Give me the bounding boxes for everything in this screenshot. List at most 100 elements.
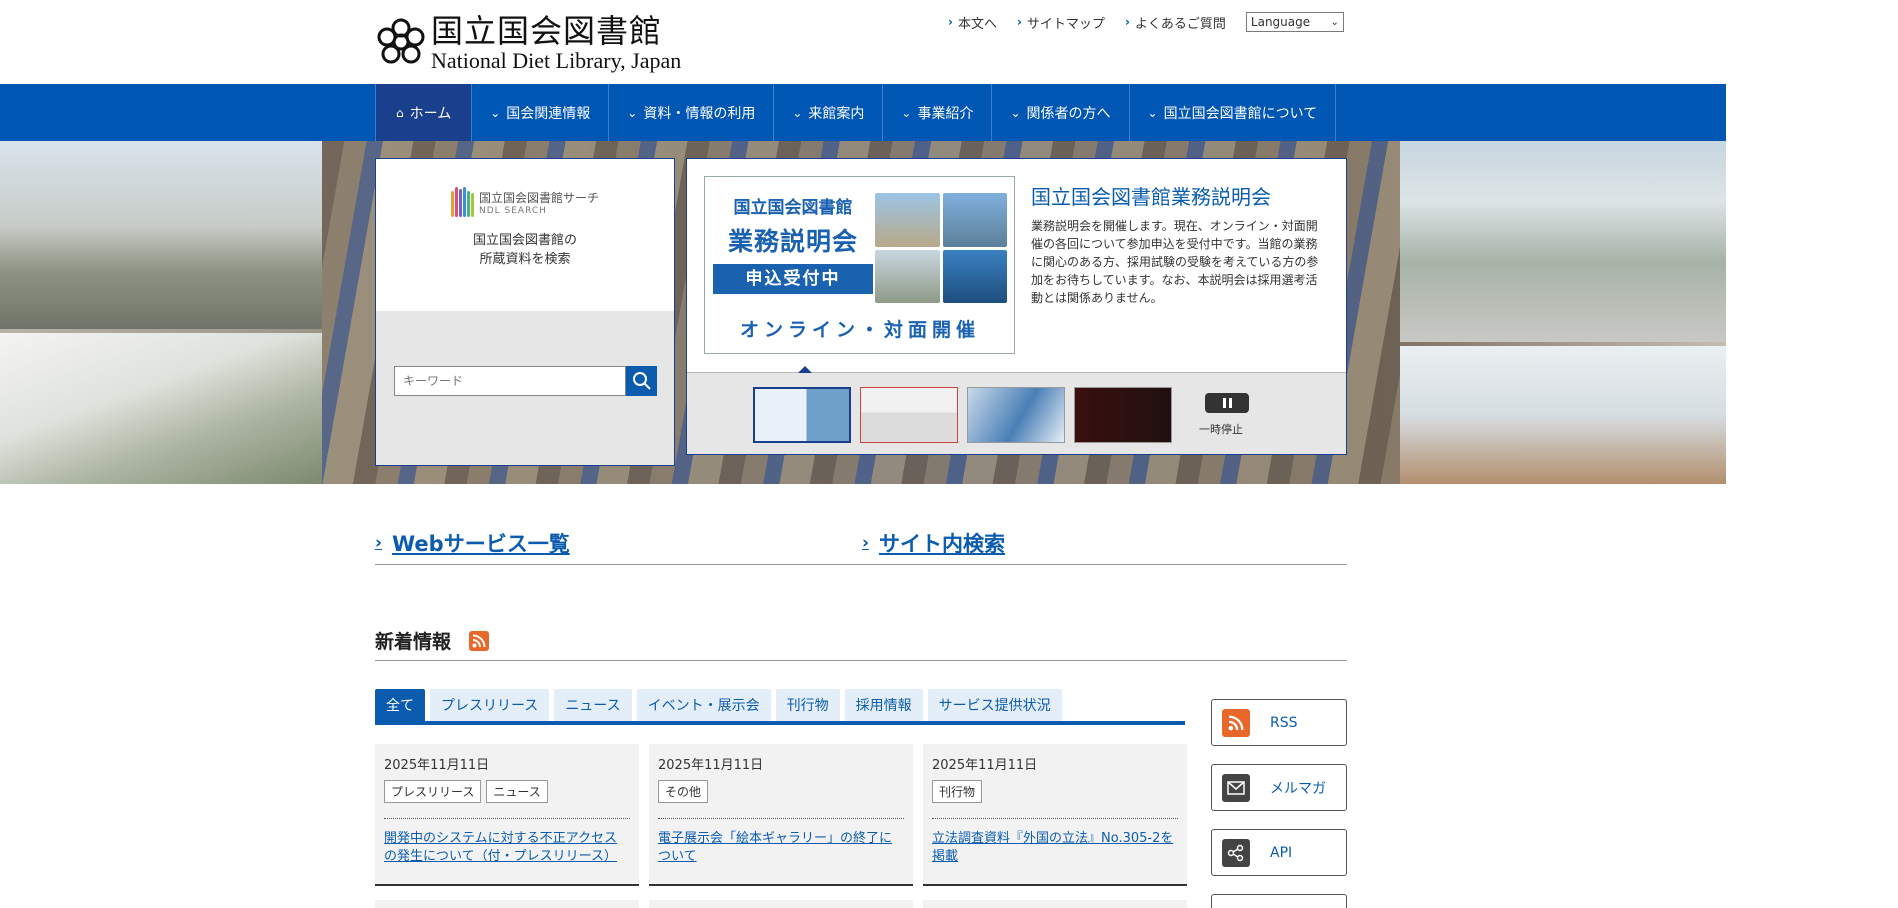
news-tabs: 全て プレスリリース ニュース イベント・展示会 刊行物 採用情報 サービス提供… bbox=[375, 689, 1067, 721]
news-link[interactable]: 開発中のシステムに対する不正アクセスの発生について（付・プレスリリース） bbox=[384, 830, 627, 866]
tab-press-release[interactable]: プレスリリース bbox=[430, 689, 550, 721]
api-label: API bbox=[1270, 844, 1293, 861]
chevron-down-icon: ⌄ bbox=[1147, 105, 1158, 120]
chevron-right-icon: › bbox=[1124, 15, 1130, 29]
news-date: 2025年11月11日 bbox=[658, 758, 764, 773]
chevron-right-icon: › bbox=[375, 533, 383, 553]
nav-item-home[interactable]: ⌂ ホーム bbox=[376, 84, 473, 141]
news-tag: ニュース bbox=[486, 780, 548, 803]
news-tag: 刊行物 bbox=[932, 780, 983, 803]
ndl-search-description: 国立国会図書館の 所蔵資料を検索 bbox=[472, 233, 577, 267]
banner-status: 申込受付中 bbox=[713, 264, 873, 294]
chevron-down-icon: ⌄ bbox=[1330, 16, 1339, 28]
news-date: 2025年11月11日 bbox=[384, 758, 490, 773]
tab-news[interactable]: ニュース bbox=[554, 689, 632, 721]
slide-thumb-2[interactable] bbox=[860, 387, 958, 443]
nav-item-diet-info[interactable]: ⌄ 国会関連情報 bbox=[472, 84, 610, 141]
chevron-down-icon: ⌄ bbox=[792, 105, 803, 120]
site-search-link[interactable]: › サイト内検索 bbox=[862, 528, 1005, 558]
slide-thumbnails: 一時停止 bbox=[687, 366, 1346, 454]
skip-to-content-link[interactable]: › 本文へ bbox=[948, 13, 997, 32]
ndl-search-form bbox=[394, 366, 657, 396]
hero-photo-kansai-building bbox=[1400, 141, 1726, 342]
news-card-next bbox=[375, 900, 639, 908]
chevron-down-icon: ⌄ bbox=[1010, 105, 1021, 120]
banner-org: 国立国会図書館 bbox=[733, 198, 853, 218]
chevron-down-icon: ⌄ bbox=[490, 105, 501, 120]
tab-recruitment[interactable]: 採用情報 bbox=[844, 689, 923, 721]
nav-item-for-stakeholders[interactable]: ⌄ 関係者の方へ bbox=[992, 84, 1130, 141]
nav-item-visitor-info[interactable]: ⌄ 来館案内 bbox=[774, 84, 884, 141]
banner-format: オンライン・対面開催 bbox=[739, 319, 980, 341]
web-services-link[interactable]: › Webサービス一覧 bbox=[375, 528, 570, 558]
chevron-right-icon: › bbox=[1016, 15, 1022, 29]
slide-banner[interactable]: 国立国会図書館 業務説明会 申込受付中 オンライン・対面開催 bbox=[704, 176, 1015, 354]
logo-title-jp: 国立国会図書館 bbox=[431, 12, 663, 50]
banner-photos bbox=[875, 193, 1007, 303]
hero-photo-building-tokyo bbox=[0, 141, 322, 329]
ndl-search-logo-title: 国立国会図書館サーチ bbox=[478, 190, 599, 205]
hero-photo-interior bbox=[1400, 346, 1726, 484]
ndl-search-panel: 国立国会図書館サーチ NDL SEARCH 国立国会図書館の 所蔵資料を検索 bbox=[375, 158, 675, 466]
tab-service-status[interactable]: サービス提供状況 bbox=[927, 689, 1062, 721]
news-card: 2025年11月11日 その他 電子展示会「絵本ギャラリー」の終了について bbox=[649, 744, 913, 886]
slide-thumb-3[interactable] bbox=[967, 387, 1065, 443]
ndl-search-logo-icon bbox=[450, 187, 475, 217]
tab-publications[interactable]: 刊行物 bbox=[775, 689, 840, 721]
ndl-search-logo-sub: NDL SEARCH bbox=[478, 205, 547, 216]
news-date: 2025年11月11日 bbox=[932, 758, 1038, 773]
rss-button[interactable]: RSS bbox=[1211, 699, 1347, 746]
ndl-search-logo[interactable]: 国立国会図書館サーチ NDL SEARCH bbox=[450, 187, 599, 217]
slide-thumb-1[interactable] bbox=[753, 387, 851, 443]
api-button[interactable]: API bbox=[1211, 829, 1347, 876]
home-icon: ⌂ bbox=[396, 105, 404, 120]
pause-icon bbox=[1222, 398, 1226, 408]
side-button-next[interactable] bbox=[1211, 894, 1347, 908]
slide-thumb-4[interactable] bbox=[1074, 387, 1172, 443]
divider bbox=[375, 564, 1347, 565]
news-tag: プレスリリース bbox=[384, 780, 482, 803]
news-link[interactable]: 電子展示会「絵本ギャラリー」の終了について bbox=[658, 830, 901, 866]
news-tag: その他 bbox=[658, 780, 709, 803]
global-nav: ⌂ ホーム ⌄ 国会関連情報 ⌄ 資料・情報の利用 ⌄ 来館案内 ⌄ 事業紹介 ⌄ 関係者の… bbox=[0, 84, 1726, 141]
active-slide-marker bbox=[798, 366, 812, 373]
nav-item-projects[interactable]: ⌄ 事業紹介 bbox=[883, 84, 993, 141]
news-card-next bbox=[649, 900, 913, 908]
sitemap-link[interactable]: › サイトマップ bbox=[1017, 13, 1105, 32]
nav-item-using-materials[interactable]: ⌄ 資料・情報の利用 bbox=[609, 84, 775, 141]
ndl-logo[interactable]: 国立国会図書館 National Diet Library, Japan bbox=[375, 12, 705, 74]
pause-button[interactable] bbox=[1205, 393, 1249, 413]
news-card: 2025年11月11日 プレスリリース ニュース 開発中のシステムに対する不正ア… bbox=[375, 744, 639, 886]
chevron-down-icon: ⌄ bbox=[627, 105, 638, 120]
logo-title-en: National Diet Library, Japan bbox=[431, 48, 682, 73]
chrysanthemum-emblem-icon bbox=[377, 18, 425, 64]
news-section-title: 新着情報 bbox=[375, 627, 490, 654]
slide-title[interactable]: 国立国会図書館業務説明会 bbox=[1031, 181, 1271, 210]
tab-underline bbox=[375, 721, 1185, 725]
rss-icon[interactable] bbox=[469, 630, 490, 651]
slide-description: 業務説明会を開催します。現在、オンライン・対面開催の各回について参加申込を受付中… bbox=[1031, 219, 1319, 305]
news-link[interactable]: 立法調査資料『外国の立法』No.305-2を掲載 bbox=[932, 830, 1175, 866]
chevron-down-icon: ⌄ bbox=[901, 105, 912, 120]
page: 国立国会図書館 National Diet Library, Japan › 本文… bbox=[0, 0, 1898, 908]
keyword-search-input[interactable] bbox=[394, 366, 626, 396]
nav-item-about-ndl[interactable]: ⌄ 国立国会図書館について bbox=[1130, 84, 1337, 141]
rss-icon bbox=[1222, 708, 1250, 737]
language-select[interactable]: Language ⌄ bbox=[1245, 12, 1344, 32]
faq-link[interactable]: › よくあるご質問 bbox=[1125, 13, 1226, 32]
slideshow: 国立国会図書館 業務説明会 申込受付中 オンライン・対面開催 国立国会図書館業務… bbox=[686, 158, 1347, 455]
tab-events[interactable]: イベント・展示会 bbox=[636, 689, 771, 721]
tab-all[interactable]: 全て bbox=[375, 689, 425, 721]
rss-label: RSS bbox=[1270, 714, 1298, 731]
mailmag-button[interactable]: メルマガ bbox=[1211, 764, 1347, 811]
pause-label: 一時停止 bbox=[1199, 423, 1243, 436]
mailmag-label: メルマガ bbox=[1270, 780, 1326, 797]
hero-photo-building-entrance bbox=[0, 333, 322, 484]
chevron-right-icon: › bbox=[862, 533, 870, 553]
search-icon bbox=[632, 372, 651, 390]
share-nodes-icon bbox=[1222, 838, 1250, 867]
news-card-next bbox=[923, 900, 1187, 908]
divider bbox=[375, 660, 1347, 661]
chevron-right-icon: › bbox=[948, 15, 953, 29]
search-button[interactable] bbox=[626, 366, 657, 396]
